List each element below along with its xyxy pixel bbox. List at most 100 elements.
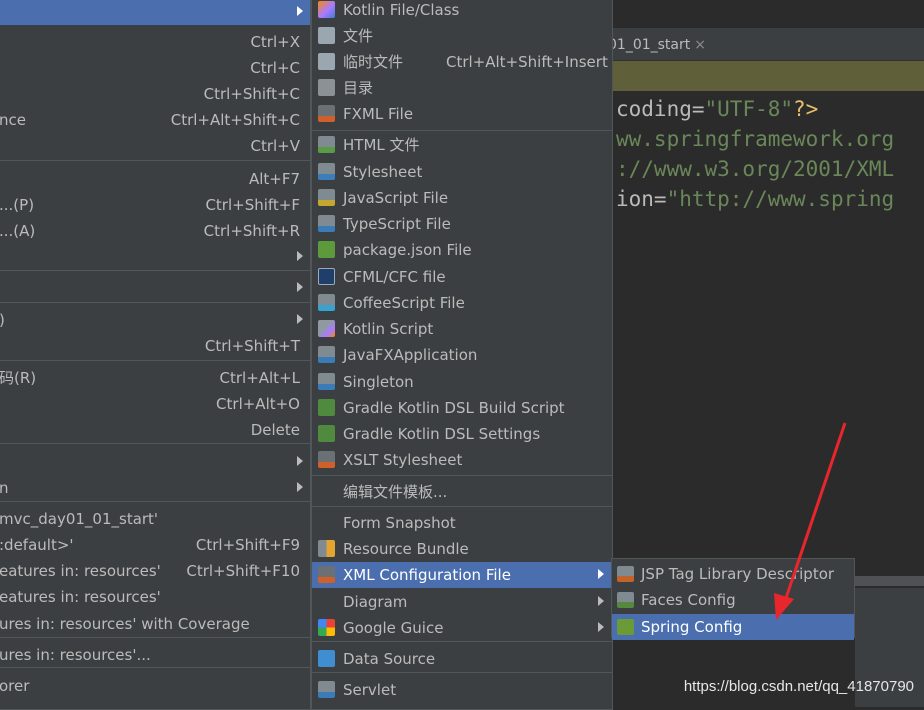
menu-item-label: 编辑文件模板... bbox=[343, 483, 448, 501]
menu-item-label: JavaScript File bbox=[343, 189, 449, 207]
menu-item-label: Resource Bundle bbox=[343, 540, 469, 558]
menu-item-label: Servlet bbox=[343, 681, 397, 699]
new-menu-item[interactable]: Diagram bbox=[312, 589, 612, 615]
context-menu-item[interactable]: :default>' Ctrl+Shift+F9 bbox=[0, 532, 310, 558]
code-token: ?> bbox=[793, 97, 819, 121]
menu-item-shortcut: Ctrl+Alt+Shift+Insert bbox=[446, 53, 608, 71]
submenu-arrow-icon bbox=[297, 456, 303, 466]
context-menu-item[interactable]: ures in: resources'... bbox=[0, 642, 310, 668]
menu-item-label: Faces Config bbox=[641, 591, 736, 609]
typescript-file-icon bbox=[318, 215, 335, 232]
new-menu-item[interactable]: Singleton bbox=[312, 369, 612, 395]
annotation-arrow-line bbox=[780, 422, 847, 611]
servlet-icon bbox=[318, 681, 335, 698]
new-menu-item[interactable]: package.json File bbox=[312, 237, 612, 263]
context-menu-item[interactable]: orer bbox=[0, 673, 310, 699]
menu-item-label: CFML/CFC file bbox=[343, 268, 446, 286]
new-menu-item[interactable]: CoffeeScript File bbox=[312, 290, 612, 316]
new-menu-item[interactable]: 目录 bbox=[312, 75, 612, 101]
submenu-arrow-icon bbox=[297, 314, 303, 324]
menu-item-shortcut: Ctrl+Shift+F9 bbox=[195, 536, 300, 554]
new-menu-item[interactable]: 编辑文件模板... bbox=[312, 479, 612, 505]
context-menu-item[interactable]: Ctrl+V bbox=[0, 133, 310, 159]
new-menu-item[interactable]: CFML/CFC file bbox=[312, 264, 612, 290]
new-menu-item[interactable]: Stylesheet bbox=[312, 159, 612, 185]
new-menu-item[interactable]: JavaScript File bbox=[312, 185, 612, 211]
context-menu-item[interactable]: eatures in: resources' bbox=[0, 584, 310, 610]
menu-separator bbox=[0, 360, 310, 361]
new-menu-item[interactable]: TypeScript File bbox=[312, 211, 612, 237]
menu-separator bbox=[0, 637, 310, 638]
context-menu-item[interactable]: Alt+F7 bbox=[0, 166, 310, 192]
new-menu-item[interactable]: XML Configuration File bbox=[312, 562, 612, 588]
menu-separator bbox=[312, 475, 612, 476]
code-token: ://www.w3.org/2001/XML bbox=[616, 157, 895, 181]
code-token: coding= bbox=[616, 97, 705, 121]
menu-item-label: 码(R) bbox=[0, 369, 37, 387]
new-menu-item[interactable]: Servlet bbox=[312, 677, 612, 703]
kotlin-icon bbox=[318, 1, 335, 18]
new-menu-item[interactable]: 文件 bbox=[312, 23, 612, 49]
new-menu-item[interactable]: FXML File bbox=[312, 101, 612, 127]
context-menu-item[interactable]: Delete bbox=[0, 417, 310, 443]
submenu-arrow-icon bbox=[297, 282, 303, 292]
menu-item-shortcut: Ctrl+Alt+Shift+C bbox=[170, 111, 300, 129]
horizontal-scrollbar[interactable] bbox=[855, 576, 924, 586]
code-token: ion= bbox=[616, 187, 667, 211]
context-menu-item[interactable]: n bbox=[0, 475, 310, 501]
new-menu-item[interactable]: XSLT Stylesheet bbox=[312, 447, 612, 473]
faces-config-icon bbox=[617, 592, 634, 608]
context-menu-item[interactable]: nce Ctrl+Alt+Shift+C bbox=[0, 107, 310, 133]
new-menu-item[interactable]: Gradle Kotlin DSL Settings bbox=[312, 421, 612, 447]
new-menu-item[interactable]: Gradle Kotlin DSL Build Script bbox=[312, 395, 612, 421]
code-editor[interactable]: coding="UTF-8"?> ww.springframework.org:/… bbox=[616, 94, 894, 214]
menu-separator bbox=[312, 641, 612, 642]
folder-icon bbox=[318, 79, 335, 96]
javascript-file-icon bbox=[318, 189, 335, 206]
editor-tab[interactable]: 01_01_start × bbox=[608, 34, 706, 56]
context-menu-item[interactable]: 码(R) Ctrl+Alt+L bbox=[0, 365, 310, 391]
menu-item-shortcut: Ctrl+C bbox=[250, 59, 300, 77]
menu-item-label: JavaFXApplication bbox=[343, 346, 478, 364]
context-menu-item[interactable] bbox=[0, 0, 310, 25]
menu-item-shortcut: Delete bbox=[250, 421, 300, 439]
new-menu-item[interactable]: JavaFXApplication bbox=[312, 342, 612, 368]
new-menu-item[interactable]: Form Snapshot bbox=[312, 510, 612, 536]
new-menu-item[interactable]: HTML 文件 bbox=[312, 132, 612, 158]
context-menu-item[interactable] bbox=[0, 244, 310, 270]
context-menu-item[interactable]: ...(A) Ctrl+Shift+R bbox=[0, 218, 310, 244]
context-menu: Ctrl+X Ctrl+C Ctrl+Shift+C nce Ctrl+Alt+Shif… bbox=[0, 0, 311, 710]
google-icon bbox=[318, 619, 335, 636]
context-menu-item[interactable]: ures in: resources' with Coverage bbox=[0, 611, 310, 637]
context-menu-item[interactable]: ) bbox=[0, 307, 310, 333]
close-icon[interactable]: × bbox=[694, 37, 706, 53]
gradle-icon bbox=[318, 425, 335, 442]
context-menu-item[interactable]: Ctrl+C bbox=[0, 55, 310, 81]
new-menu-item[interactable]: Resource Bundle bbox=[312, 536, 612, 562]
context-menu-item[interactable] bbox=[0, 449, 310, 475]
context-menu-item[interactable] bbox=[0, 275, 310, 301]
menu-item-label: HTML 文件 bbox=[343, 136, 420, 154]
context-menu-item[interactable]: ...(P) Ctrl+Shift+F bbox=[0, 192, 310, 218]
menu-item-label: TypeScript File bbox=[343, 215, 451, 233]
new-menu-item[interactable]: 临时文件 Ctrl+Alt+Shift+Insert bbox=[312, 49, 612, 75]
menu-item-label: Diagram bbox=[343, 593, 408, 611]
context-menu-item[interactable]: Ctrl+X bbox=[0, 29, 310, 55]
context-menu-item[interactable]: Ctrl+Alt+O bbox=[0, 391, 310, 417]
new-submenu: Kotlin File/Class 文件 临时文件 Ctrl+Alt+Shift+In… bbox=[311, 0, 613, 710]
kotlin-script-icon bbox=[318, 320, 335, 337]
menu-item-label: Kotlin File/Class bbox=[343, 1, 460, 19]
new-menu-item[interactable]: Data Source bbox=[312, 646, 612, 672]
menu-item-label: ...(P) bbox=[0, 196, 35, 214]
context-menu-item[interactable]: mvc_day01_01_start' bbox=[0, 506, 310, 532]
context-menu-item[interactable]: Ctrl+Shift+T bbox=[0, 333, 310, 359]
new-menu-item[interactable]: Kotlin File/Class bbox=[312, 0, 612, 23]
context-menu-item[interactable]: eatures in: resources' Ctrl+Shift+F10 bbox=[0, 558, 310, 584]
new-menu-item[interactable]: Kotlin Script bbox=[312, 316, 612, 342]
menu-item-label: XSLT Stylesheet bbox=[343, 451, 463, 469]
menu-item-shortcut: Ctrl+Alt+L bbox=[219, 369, 301, 387]
context-menu-item[interactable]: Ctrl+Shift+C bbox=[0, 81, 310, 107]
menu-item-shortcut: Ctrl+Shift+F10 bbox=[186, 562, 300, 580]
new-menu-item[interactable]: Google Guice bbox=[312, 615, 612, 641]
menu-item-label: CoffeeScript File bbox=[343, 294, 465, 312]
